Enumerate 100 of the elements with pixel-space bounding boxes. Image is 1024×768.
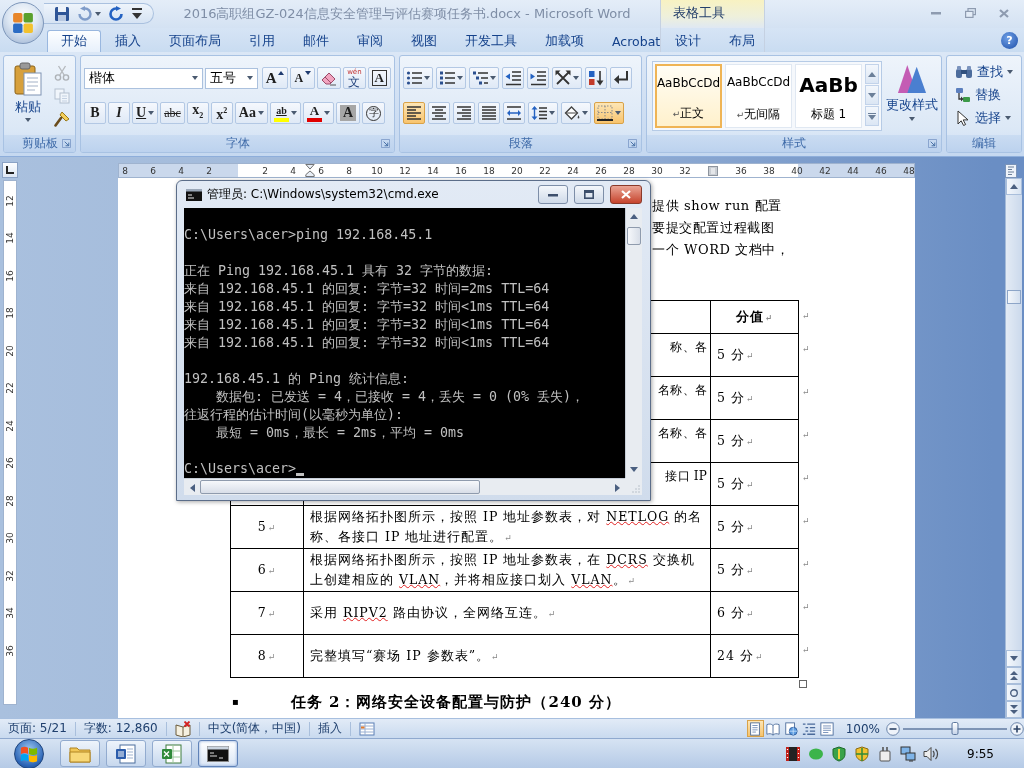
dialog-launcher-icon[interactable] [381, 139, 390, 148]
align-left-button[interactable] [403, 102, 425, 124]
horizontal-scrollbar[interactable] [184, 478, 625, 495]
asian-layout-button[interactable] [552, 67, 582, 89]
print-layout-button[interactable] [746, 720, 764, 737]
page-count[interactable]: 页面: 5/21 [8, 720, 67, 737]
ribbon-tab[interactable]: 视图 [397, 30, 451, 52]
style-item[interactable]: AaBbCcDd ↵无间隔 [725, 64, 792, 128]
start-button[interactable] [14, 738, 44, 768]
replace-button[interactable]: 替换 [955, 85, 1019, 105]
center-button[interactable] [428, 102, 450, 124]
font-size-field[interactable]: 五号 [205, 67, 258, 89]
word-count[interactable]: 字数: 12,860 [83, 720, 158, 737]
reading-view-button[interactable] [764, 720, 782, 737]
ribbon-tab[interactable]: 插入 [101, 30, 155, 52]
plug-icon[interactable] [877, 745, 894, 762]
ribbon-tab[interactable]: 开始 [47, 30, 101, 52]
select-button[interactable]: 选择 [955, 108, 1019, 128]
previous-page-button[interactable] [1006, 667, 1022, 684]
paintbrush-icon[interactable] [54, 111, 70, 127]
slider-thumb[interactable] [951, 721, 959, 735]
insert-mode-status[interactable]: 插入 [318, 720, 343, 737]
paste-button[interactable]: 粘贴 [6, 60, 50, 135]
vertical-scrollbar[interactable] [625, 208, 642, 478]
highlight-button[interactable]: ab [269, 102, 301, 124]
superscript-button[interactable]: x$^{2}$ [210, 102, 233, 124]
line-spacing-button[interactable] [528, 102, 558, 124]
shading-button[interactable] [561, 102, 591, 124]
font-name-field[interactable]: 楷体 [84, 67, 204, 89]
sort-button[interactable] [585, 67, 607, 89]
bold-button[interactable]: B [84, 102, 106, 124]
scroll-up-button[interactable] [1006, 178, 1022, 195]
web-layout-button[interactable] [782, 720, 800, 737]
monitors-icon[interactable] [900, 745, 917, 762]
bullets-button[interactable] [403, 67, 433, 89]
speaker-icon[interactable] [923, 745, 940, 762]
language-status[interactable]: 中文(简体，中国) [207, 720, 302, 737]
shield-icon[interactable] [831, 745, 848, 762]
change-styles-button[interactable]: 更改样式 [886, 61, 938, 135]
clock[interactable]: 9:55 [967, 746, 994, 761]
scroll-thumb[interactable] [1007, 290, 1021, 304]
book-cross-icon[interactable] [174, 720, 191, 737]
font-color-button[interactable]: A [302, 102, 334, 124]
ribbon-tab[interactable]: 加载项 [531, 30, 598, 52]
character-border-button[interactable]: A [367, 67, 391, 89]
borders-button[interactable] [594, 102, 624, 124]
ribbon-tab[interactable]: 引用 [235, 30, 289, 52]
italic-button[interactable]: I [108, 102, 130, 124]
scroll-thumb[interactable] [627, 227, 641, 245]
next-page-button[interactable] [1006, 701, 1022, 718]
close-button[interactable] [610, 185, 642, 204]
ribbon-tab[interactable]: 页面布局 [155, 30, 235, 52]
show-marks-button[interactable] [610, 67, 632, 89]
shrink-font-button[interactable]: A [290, 67, 316, 89]
grow-font-button[interactable]: A [261, 67, 289, 89]
column-marker-icon[interactable] [708, 165, 718, 176]
indent-marker-icon[interactable] [305, 164, 315, 177]
enclose-character-button[interactable]: 字 [362, 102, 386, 124]
scroll-thumb[interactable] [200, 480, 480, 494]
redo-arrow-icon[interactable] [108, 5, 124, 22]
ruler-toggle-icon[interactable] [1005, 164, 1017, 178]
dialog-launcher-icon[interactable] [62, 139, 71, 148]
dialog-launcher-icon[interactable] [628, 139, 637, 148]
dialog-launcher-icon[interactable] [928, 139, 937, 148]
align-right-button[interactable] [453, 102, 475, 124]
strikethrough-button[interactable]: abc [160, 102, 185, 124]
decrease-indent-button[interactable] [502, 67, 524, 89]
ribbon-tab[interactable]: 审阅 [343, 30, 397, 52]
taskbar-button[interactable] [198, 740, 238, 767]
ribbon-tab[interactable]: 开发工具 [451, 30, 531, 52]
subscript-button[interactable]: x$_{2}$ [186, 102, 209, 124]
increase-indent-button[interactable] [527, 67, 549, 89]
distribute-button[interactable] [503, 102, 525, 124]
gallery-down-button[interactable] [865, 85, 879, 105]
gallery-up-button[interactable] [865, 64, 879, 84]
find-button[interactable]: 查找 [955, 62, 1019, 82]
browse-object-button[interactable] [1006, 684, 1022, 701]
zoom-out-button[interactable] [886, 721, 900, 736]
table-handle-icon[interactable] [799, 680, 807, 688]
tab-selector-button[interactable] [2, 162, 18, 178]
menu-caret-icon[interactable] [131, 7, 143, 20]
zoom-in-button[interactable] [1010, 721, 1024, 736]
ribbon-tab[interactable]: 布局 [715, 30, 769, 52]
ribbon-tab[interactable]: 邮件 [289, 30, 343, 52]
draft-view-button[interactable] [818, 720, 836, 737]
zoom-level[interactable]: 100% [845, 721, 880, 736]
maximize-button[interactable] [574, 185, 604, 204]
character-shading-button[interactable]: A [335, 102, 361, 124]
scroll-down-button[interactable] [1006, 650, 1022, 667]
shield-flag-icon[interactable] [854, 745, 871, 762]
style-item[interactable]: AaBbCcDd ↵正文 [655, 64, 722, 128]
vertical-scrollbar[interactable] [1005, 178, 1022, 718]
save-icon[interactable] [54, 5, 70, 22]
minimize-button[interactable] [538, 185, 568, 204]
underline-button[interactable]: U [132, 102, 159, 124]
change-case-button[interactable]: Aa [234, 102, 268, 124]
taskbar-button[interactable] [106, 740, 146, 767]
sheet-icon[interactable] [359, 720, 376, 737]
caret-icon[interactable] [95, 11, 101, 16]
justify-button[interactable] [478, 102, 500, 124]
